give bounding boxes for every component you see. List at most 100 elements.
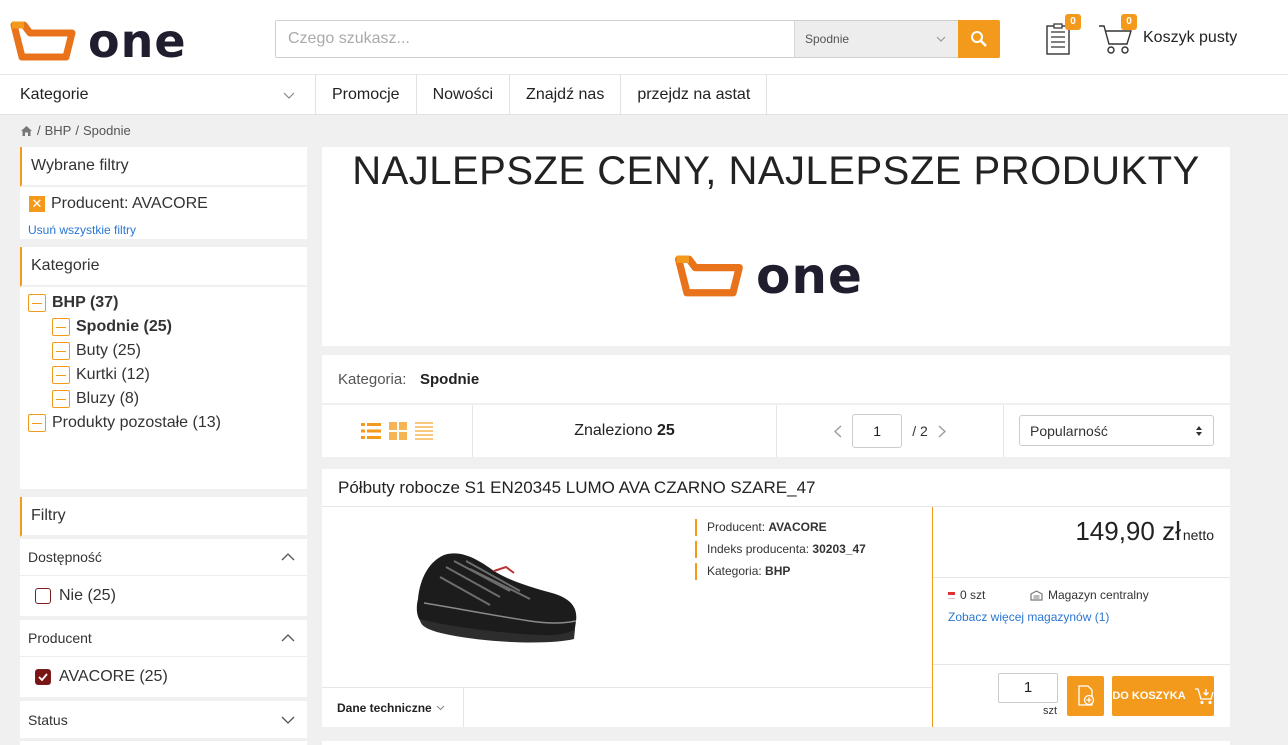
add-to-notes-button[interactable]	[1067, 676, 1104, 716]
search-category-select[interactable]: Spodnie	[794, 21, 958, 57]
product-card-header: Półbuty robocze S1 EN20345 LUMO AVA CZAR…	[322, 469, 1230, 507]
sort-value: Popularność	[1030, 422, 1108, 439]
more-warehouses-link[interactable]: Zobacz więcej magazynów (1)	[948, 610, 1109, 624]
filter-status-header[interactable]: Status	[20, 701, 307, 738]
page-number-input[interactable]: 1	[852, 414, 903, 448]
home-icon[interactable]	[20, 125, 33, 137]
category-label: Produkty pozostałe (13)	[52, 414, 221, 431]
pagination: 1 / 2	[777, 405, 1004, 457]
selected-filters-panel: Wybrane filtry ✕ Producent: AVACORE Usuń…	[20, 147, 307, 239]
category-label: Bluzy (8)	[76, 390, 140, 407]
column-divider	[932, 507, 933, 727]
chevron-right-icon[interactable]	[938, 425, 946, 438]
product-index: Indeks producenta: 30203_47	[695, 541, 866, 558]
checkmark-icon	[38, 673, 48, 681]
cart-label[interactable]: Koszyk pusty	[1143, 29, 1237, 47]
product-producer: Producent: AVACORE	[695, 519, 827, 536]
filter-option-label: AVACORE (25)	[59, 668, 168, 685]
notes-badge: 0	[1065, 14, 1081, 30]
divider	[933, 577, 1230, 578]
category-item-bhp[interactable]: BHP (37)	[28, 294, 118, 312]
warehouse-label: Magazyn centralny	[1048, 588, 1149, 602]
site-header: one Spodnie 0 0 Koszyk pusty	[0, 0, 1288, 75]
cart-add-icon	[1194, 688, 1214, 705]
nav-item-nowosci[interactable]: Nowości	[417, 75, 511, 115]
category-item-produkty-pozostale[interactable]: Produkty pozostałe (13)	[28, 414, 221, 432]
category-value: BHP	[765, 564, 791, 578]
banner-title: NAJLEPSZE CENY, NAJLEPSZE PRODUKTY	[352, 149, 1200, 193]
logo-mark-icon	[10, 21, 76, 61]
list-view-icon[interactable]	[361, 422, 381, 440]
stock-status: 0 szt	[948, 588, 985, 602]
compact-view-icon[interactable]	[415, 422, 433, 440]
product-category: Kategoria: BHP	[695, 563, 790, 580]
search-bar: Spodnie	[275, 20, 1000, 58]
filter-option-label: Nie (25)	[59, 587, 116, 604]
clear-all-filters-link[interactable]: Usuń wszystkie filtry	[28, 223, 136, 237]
results-count-label: Znaleziono	[574, 422, 653, 439]
filter-producer-header[interactable]: Producent	[20, 620, 307, 657]
filter-option-avacore[interactable]: AVACORE (25)	[20, 657, 307, 697]
breadcrumb-item-bhp[interactable]: BHP	[45, 123, 72, 138]
product-title[interactable]: Półbuty robocze S1 EN20345 LUMO AVA CZAR…	[338, 478, 815, 498]
nav-item-znajdz-nas[interactable]: Znajdź nas	[510, 75, 622, 115]
category-item-spodnie[interactable]: Spodnie (25)	[52, 318, 172, 336]
category-bar: Kategoria: Spodnie	[322, 355, 1230, 403]
results-count-value: 25	[656, 422, 675, 439]
nav-item-astat[interactable]: przejdz na astat	[621, 75, 768, 115]
filter-option-nie[interactable]: Nie (25)	[20, 576, 307, 616]
category-label: BHP (37)	[52, 294, 119, 311]
collapse-icon[interactable]	[28, 294, 46, 312]
search-button[interactable]	[958, 20, 1000, 58]
collapse-icon[interactable]	[52, 342, 70, 360]
chevron-up-icon	[281, 634, 295, 642]
notes-button[interactable]: 0	[1045, 14, 1081, 61]
quantity-input[interactable]: 1	[998, 673, 1058, 703]
checkbox[interactable]	[35, 588, 51, 604]
search-input[interactable]	[276, 21, 794, 57]
add-to-cart-button[interactable]: DO KOSZYKA	[1112, 676, 1214, 716]
grid-view-icon[interactable]	[389, 422, 407, 440]
site-logo[interactable]: one	[10, 18, 187, 64]
tech-data-tab[interactable]: Dane techniczne	[322, 688, 464, 727]
tech-data-label: Dane techniczne	[337, 700, 432, 715]
product-image[interactable]	[410, 547, 582, 647]
chevron-left-icon[interactable]	[834, 425, 842, 438]
category-label: Spodnie (25)	[76, 318, 173, 335]
category-item-bluzy[interactable]: Bluzy (8)	[52, 390, 139, 408]
listing-toolbar: Znaleziono 25 1 / 2 Popularność	[322, 405, 1230, 457]
category-item-buty[interactable]: Buty (25)	[52, 342, 141, 360]
sort-select[interactable]: Popularność	[1019, 415, 1214, 446]
filter-chip-label: Producent: AVACORE	[51, 195, 208, 212]
category-label: Kurtki (12)	[76, 366, 150, 383]
logo-mark-icon	[674, 255, 743, 297]
collapse-icon[interactable]	[52, 366, 70, 384]
category-item-kurtki[interactable]: Kurtki (12)	[52, 366, 150, 384]
producer-value: AVACORE	[768, 520, 827, 534]
chevron-down-icon	[281, 716, 295, 724]
categories-panel: Kategorie BHP (37) Spodnie (25) Buty (25…	[20, 247, 307, 489]
collapse-icon[interactable]	[52, 390, 70, 408]
collapse-icon[interactable]	[52, 318, 70, 336]
categories-dropdown[interactable]: Kategorie	[0, 75, 316, 115]
index-value: 30203_47	[812, 542, 866, 556]
filter-chip[interactable]: ✕ Producent: AVACORE	[29, 195, 208, 213]
filter-availability-header[interactable]: Dostępność	[20, 539, 307, 576]
producer-label: Producent:	[707, 520, 766, 534]
product-price: 149,90 zł netto	[1075, 516, 1214, 547]
price-value: 149,90 zł	[1075, 516, 1181, 546]
category-label: Kategoria:	[707, 564, 762, 578]
filter-status-title: Status	[28, 711, 68, 728]
cart-button[interactable]: 0	[1098, 14, 1137, 61]
divider	[933, 664, 1230, 665]
sort-arrows-icon	[1196, 425, 1202, 436]
category-bar-value: Spodnie	[420, 371, 480, 388]
remove-filter-icon[interactable]: ✕	[29, 196, 45, 212]
filter-availability: Dostępność Nie (25)	[20, 539, 307, 616]
nav-item-promocje[interactable]: Promocje	[316, 75, 417, 115]
collapse-icon[interactable]	[28, 414, 46, 432]
filters-title: Filtry	[20, 497, 307, 537]
category-label: Buty (25)	[76, 342, 141, 359]
chevron-down-icon	[436, 705, 445, 710]
checkbox-checked[interactable]	[35, 669, 51, 685]
